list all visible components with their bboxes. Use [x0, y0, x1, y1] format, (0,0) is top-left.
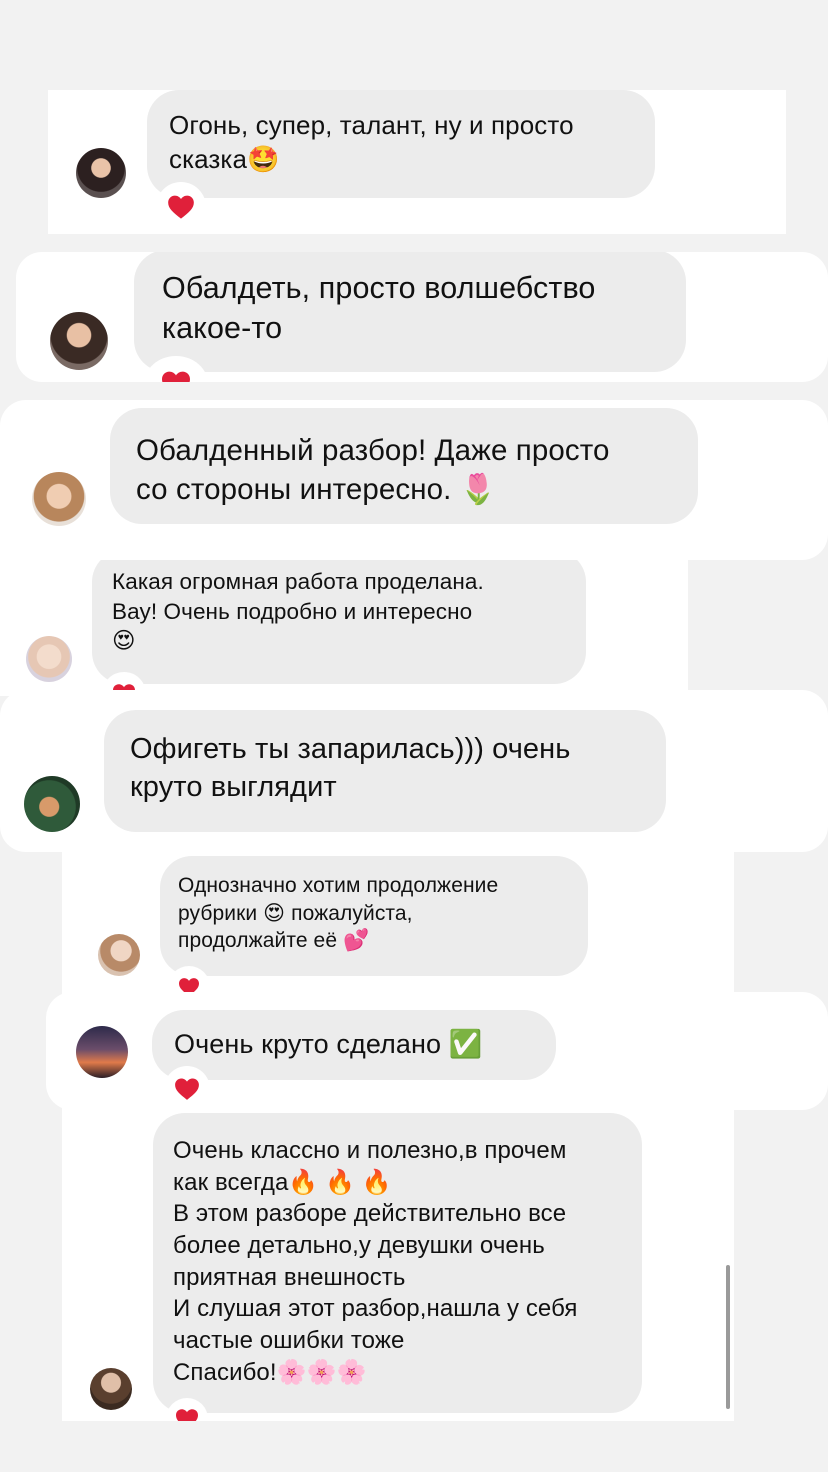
comment-text-line: Какая огромная работа проделана.	[112, 569, 484, 594]
heart-icon	[175, 1078, 199, 1100]
comment-text-line: Очень классно и полезно,в прочем	[173, 1137, 567, 1164]
comment-text-line: продолжайте её 💕	[178, 929, 370, 953]
comment-text-line: более детально,у девушки очень	[173, 1232, 545, 1260]
comment-text-line: сказка🤩	[169, 144, 280, 175]
comment-text-line: Обалденный разбор! Даже просто	[136, 434, 610, 467]
commenter-avatar[interactable]	[98, 934, 140, 976]
comment-text-line: какое-то	[162, 311, 283, 346]
comment-text-line: круто выглядит	[130, 771, 337, 804]
scrollbar[interactable]	[726, 1265, 730, 1409]
comment-bubble: Очень классно и полезно,в прочем как все…	[153, 1113, 642, 1413]
comment-card-1: Огонь, супер, талант, ну и просто сказка…	[48, 90, 786, 234]
commenter-avatar[interactable]	[76, 1026, 128, 1078]
comment-bubble: Обалдеть, просто волшебство какое-то	[134, 252, 686, 372]
comment-text-line: как всегда🔥 🔥 🔥	[173, 1168, 392, 1196]
comment-card-7: Очень круто сделано ✅	[46, 992, 828, 1110]
commenter-avatar[interactable]	[24, 776, 80, 832]
comment-bubble: Офигеть ты запарилась))) очень круто выг…	[104, 710, 666, 832]
comment-text-line: 😍	[112, 628, 136, 654]
commenter-avatar[interactable]	[50, 312, 108, 370]
comment-text-line: Очень круто сделано ✅	[174, 1029, 483, 1059]
comment-text-line: со стороны интересно. 🌷	[136, 472, 497, 506]
comment-text-line: И слушая этот разбор,нашла у себя	[173, 1295, 578, 1323]
heart-icon	[162, 371, 190, 382]
comment-bubble: Обалденный разбор! Даже просто со сторон…	[110, 408, 698, 524]
like-reaction[interactable]	[156, 182, 206, 232]
comment-text-line: рубрики 😍 пожалуйста,	[178, 901, 413, 925]
comment-bubble: Огонь, супер, талант, ну и просто сказка…	[147, 90, 655, 198]
comment-text-line: Вау! Очень подробно и интересно	[112, 598, 473, 624]
commenter-avatar[interactable]	[90, 1368, 132, 1410]
comment-bubble: Какая огромная работа проделана. Вау! Оч…	[92, 550, 586, 684]
comment-card-6: Однозначно хотим продолжение рубрики 😍 п…	[62, 846, 734, 1006]
commenter-avatar[interactable]	[26, 636, 72, 682]
comment-bubble: Очень круто сделано ✅	[152, 1010, 556, 1080]
commenter-avatar[interactable]	[32, 472, 86, 526]
comment-text-line: Обалдеть, просто волшебство	[162, 271, 596, 305]
commenter-avatar[interactable]	[76, 148, 126, 198]
comment-text-line: приятная внешность	[173, 1263, 406, 1291]
heart-icon	[168, 195, 194, 219]
comment-card-8: Очень классно и полезно,в прочем как все…	[62, 1105, 734, 1421]
comment-text-line: Однозначно хотим продолжение	[178, 874, 499, 897]
comment-text-line: Спасибо!🌸🌸🌸	[173, 1358, 367, 1386]
heart-icon	[176, 1409, 198, 1421]
comment-card-5: Офигеть ты запарилась))) очень круто выг…	[0, 690, 828, 852]
comment-text-line: Офигеть ты запарилась))) очень	[130, 733, 571, 765]
comment-bubble: Однозначно хотим продолжение рубрики 😍 п…	[160, 856, 588, 976]
comment-text-line: Огонь, супер, талант, ну и просто	[169, 110, 574, 140]
comment-card-2: Обалдеть, просто волшебство какое-то	[16, 252, 828, 382]
comment-text-line: В этом разборе действительно все	[173, 1200, 567, 1228]
like-reaction[interactable]	[164, 1066, 210, 1110]
comment-text-line: частые ошибки тоже	[173, 1327, 405, 1355]
comment-card-3: Обалденный разбор! Даже просто со сторон…	[0, 400, 828, 560]
